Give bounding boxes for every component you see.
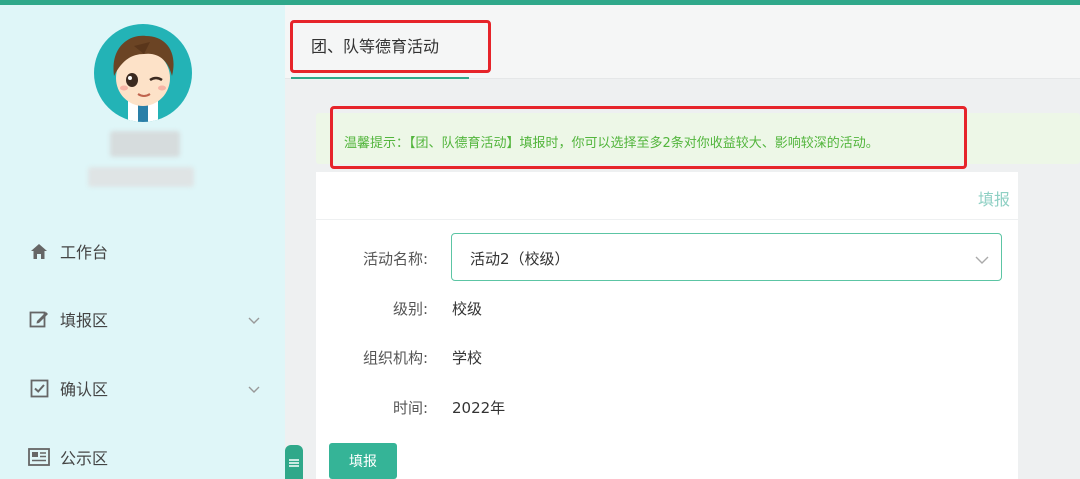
tip-notice-text: 温馨提示：【团、队德育活动】填报时，你可以选择至多2条对你收益较大、影响较深的活…: [344, 136, 879, 151]
activity-name-label: 活动名称:: [362, 250, 428, 268]
check-square-icon: [28, 377, 50, 399]
sidebar-item-fill-area[interactable]: 填报区: [28, 304, 268, 334]
level-value: 校级: [452, 300, 483, 318]
chevron-down-icon: [248, 310, 260, 329]
level-label: 级别:: [392, 300, 428, 318]
avatar-illustration: [113, 35, 174, 122]
sidebar-item-confirm-area[interactable]: 确认区: [28, 373, 268, 403]
tab-moral-activities[interactable]: 团、队等德育活动: [291, 5, 469, 79]
organization-value: 学校: [452, 349, 483, 367]
activity-name-value: 活动2（校级）: [470, 250, 570, 268]
menu-icon: [289, 453, 299, 472]
chevron-down-icon: [248, 379, 260, 398]
tip-notice: 温馨提示：【团、队德育活动】填报时，你可以选择至多2条对你收益较大、影响较深的活…: [316, 113, 1080, 164]
time-label: 时间:: [392, 399, 428, 417]
home-icon: [28, 240, 50, 262]
sidebar-item-label: 公示区: [60, 449, 109, 468]
sidebar-item-label: 确认区: [60, 380, 109, 399]
user-role: 年级学生: [88, 167, 194, 187]
user-avatar[interactable]: [94, 24, 192, 122]
card-header: 填报: [316, 172, 1018, 220]
sidebar-item-public-area[interactable]: 公示区: [28, 442, 268, 472]
time-value: 2022年: [452, 399, 506, 417]
submit-button[interactable]: 填报: [329, 443, 397, 479]
sidebar-item-label: 填报区: [60, 311, 109, 330]
sidebar-toggle[interactable]: [285, 445, 303, 479]
sidebar-item-label: 工作台: [60, 243, 109, 262]
newspaper-icon: [28, 446, 50, 468]
edit-icon: [28, 308, 50, 330]
tab-label: 团、队等德育活动: [311, 37, 440, 56]
tab-bar: 团、队等德育活动: [285, 5, 1080, 79]
user-name: 文文: [110, 131, 180, 157]
sidebar: 文文 年级学生 工作台 填报区 确认区 公示区: [0, 5, 285, 479]
fill-link[interactable]: 填报: [978, 186, 1010, 210]
organization-label: 组织机构:: [362, 349, 428, 367]
form-card: 填报 活动名称: 活动2（校级） 级别: 校级 组织机构: 学校 时间: 202…: [316, 172, 1018, 479]
chevron-down-icon: [975, 250, 989, 269]
activity-name-select[interactable]: 活动2（校级）: [451, 233, 1002, 281]
sidebar-item-workbench[interactable]: 工作台: [28, 236, 268, 266]
